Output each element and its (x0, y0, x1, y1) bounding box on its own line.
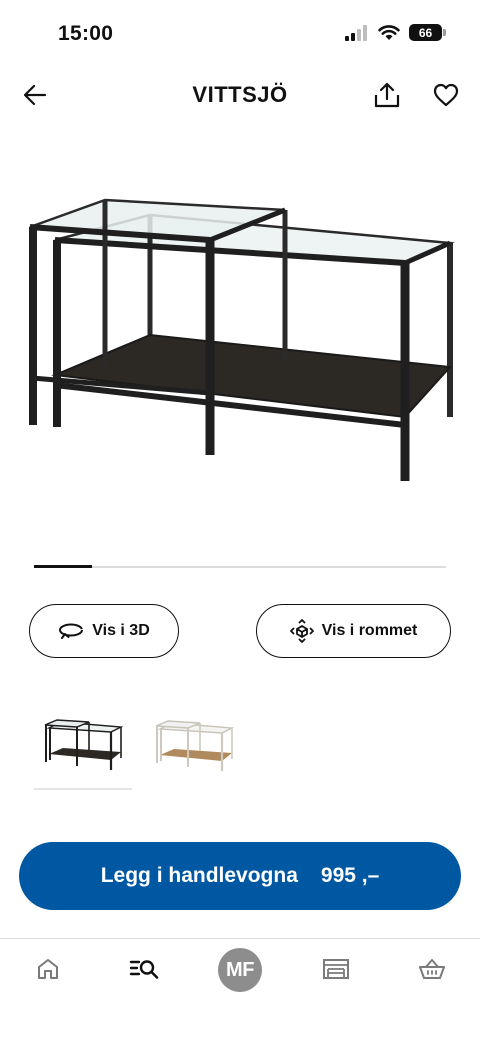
cart-icon (419, 959, 445, 979)
view-in-room-label: Vis i rommet (321, 622, 418, 639)
search-icon (129, 960, 159, 979)
share-button[interactable] (370, 78, 404, 112)
favorite-button[interactable] (430, 78, 462, 112)
battery-level: 66 (418, 25, 433, 40)
status-bar: 15:00 66 (0, 0, 480, 70)
avatar: MF (218, 948, 262, 992)
variant-white-oak[interactable] (145, 700, 243, 790)
variant-white-thumbnail (155, 720, 234, 771)
nav-search[interactable] (120, 953, 168, 985)
product-image[interactable] (20, 185, 460, 490)
header: VITTSJÖ (0, 72, 480, 116)
nesting-tables-image (29, 198, 455, 481)
store-icon (323, 959, 349, 979)
status-time: 15:00 (58, 22, 114, 45)
nav-profile[interactable]: MF (216, 947, 264, 993)
signal-icon (345, 24, 367, 41)
nav-cart[interactable] (408, 953, 456, 985)
heart-icon (433, 83, 459, 107)
home-icon (38, 959, 58, 979)
add-to-cart-label: Legg i handlevogna (100, 864, 298, 887)
page-title: VITTSJÖ (192, 82, 288, 107)
image-carousel-progress[interactable] (34, 565, 446, 568)
battery-icon: 66 (409, 24, 446, 41)
wifi-icon (378, 24, 400, 40)
nav-store[interactable] (312, 953, 360, 985)
share-icon (374, 82, 400, 108)
variant-black-brown[interactable] (34, 700, 132, 790)
status-icons: 66 (345, 24, 446, 41)
nav-home[interactable] (24, 953, 72, 985)
ar-cube-icon (289, 619, 314, 643)
price-label: 995 ,– (320, 864, 380, 887)
add-to-cart-button[interactable]: Legg i handlevogna 995 ,– (19, 842, 461, 910)
view-3d-button[interactable]: Vis i 3D (29, 604, 179, 658)
carousel-progress-fill (34, 565, 92, 568)
bottom-nav: MF (0, 938, 480, 1041)
rotate-3d-icon (59, 623, 84, 639)
variant-black-thumbnail (44, 719, 123, 770)
view-3d-label: Vis i 3D (92, 622, 150, 639)
view-in-room-button[interactable]: Vis i rommet (256, 604, 451, 658)
